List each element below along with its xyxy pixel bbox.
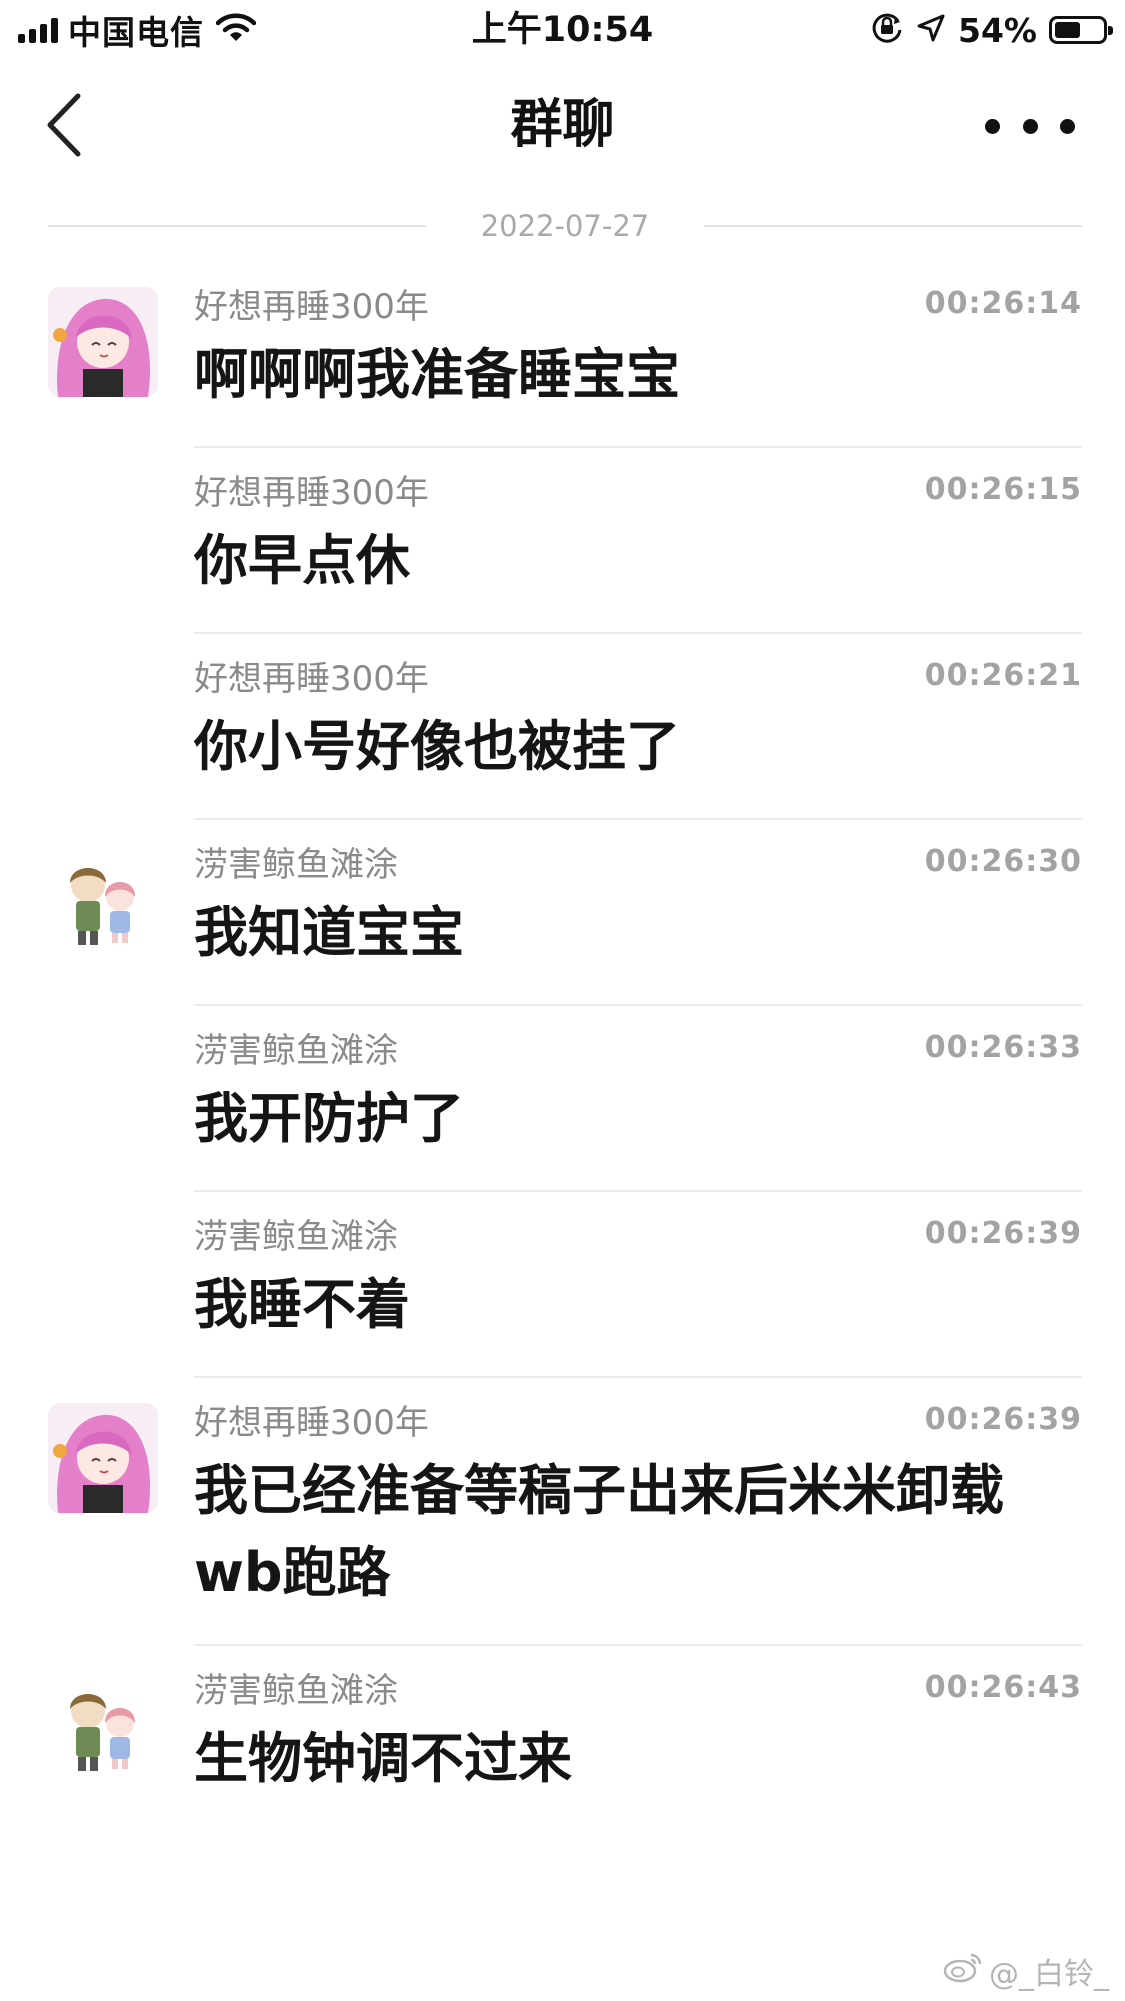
message-text[interactable]: 你小号好像也被挂了 <box>194 706 1082 788</box>
battery-fill <box>1055 22 1080 38</box>
message-item[interactable]: 涝害鲸鱼滩涂 00:26:30 我知道宝宝 <box>0 820 1125 1006</box>
message-time: 00:26:21 <box>924 658 1082 693</box>
message-header: 涝害鲸鱼滩涂 00:26:33 <box>194 1028 1082 1074</box>
date-divider: 2022-07-27 <box>48 204 1082 248</box>
message-body: 好想再睡300年 00:26:14 啊啊啊我准备睡宝宝 <box>194 262 1082 448</box>
message-text[interactable]: 我已经准备等稿子出来后米米卸载wb跑路 <box>194 1450 1082 1614</box>
message-time: 00:26:39 <box>924 1216 1082 1251</box>
status-bar: 中国电信 上午10:54 54% <box>0 0 1125 62</box>
sender-name[interactable]: 好想再睡300年 <box>194 659 429 699</box>
page-title: 群聊 <box>510 95 615 155</box>
message-time: 00:26:39 <box>924 1402 1082 1437</box>
message-body: 涝害鲸鱼滩涂 00:26:33 我开防护了 <box>194 1006 1082 1192</box>
more-icon-dot <box>1022 118 1038 134</box>
message-text[interactable]: 你早点休 <box>194 520 1082 602</box>
message-body: 涝害鲸鱼滩涂 00:26:30 我知道宝宝 <box>194 820 1082 1006</box>
message-text[interactable]: 啊啊啊我准备睡宝宝 <box>194 334 1082 416</box>
sender-name[interactable]: 好想再睡300年 <box>194 287 429 327</box>
message-time: 00:26:33 <box>924 1030 1082 1065</box>
sender-name[interactable]: 好想再睡300年 <box>194 473 429 513</box>
sender-name[interactable]: 涝害鲸鱼滩涂 <box>194 1217 398 1257</box>
sender-name[interactable]: 涝害鲸鱼滩涂 <box>194 1031 398 1071</box>
battery-icon <box>1049 16 1113 44</box>
message-list[interactable]: 好想再睡300年 00:26:14 啊啊啊我准备睡宝宝 好想再睡300年 00:26:1… <box>0 262 1125 1830</box>
message-text[interactable]: 我睡不着 <box>194 1264 1082 1346</box>
nav-bar: 群聊 <box>0 62 1125 192</box>
orientation-lock-icon <box>870 11 904 49</box>
message-time: 00:26:30 <box>924 844 1082 879</box>
message-body: 涝害鲸鱼滩涂 00:26:39 我睡不着 <box>194 1192 1082 1378</box>
location-icon <box>916 13 946 47</box>
more-button[interactable] <box>985 106 1075 146</box>
message-item[interactable]: 好想再睡300年 00:26:39 我已经准备等稿子出来后米米卸载wb跑路 <box>0 1378 1125 1646</box>
sender-name[interactable]: 涝害鲸鱼滩涂 <box>194 845 398 885</box>
weibo-icon <box>943 1951 983 1991</box>
message-body: 涝害鲸鱼滩涂 00:26:43 生物钟调不过来 <box>194 1646 1082 1830</box>
message-header: 涝害鲸鱼滩涂 00:26:30 <box>194 842 1082 888</box>
message-header: 好想再睡300年 00:26:14 <box>194 284 1082 330</box>
battery-percent: 54% <box>958 10 1037 50</box>
sender-name[interactable]: 好想再睡300年 <box>194 1403 429 1443</box>
message-item[interactable]: 涝害鲸鱼滩涂 00:26:39 我睡不着 <box>0 1192 1125 1378</box>
message-time: 00:26:15 <box>924 472 1082 507</box>
message-header: 好想再睡300年 00:26:21 <box>194 656 1082 702</box>
message-item[interactable]: 好想再睡300年 00:26:14 啊啊啊我准备睡宝宝 <box>0 262 1125 448</box>
message-header: 好想再睡300年 00:26:39 <box>194 1400 1082 1446</box>
message-item[interactable]: 涝害鲸鱼滩涂 00:26:43 生物钟调不过来 <box>0 1646 1125 1830</box>
message-header: 好想再睡300年 00:26:15 <box>194 470 1082 516</box>
watermark-text: @_白铃_ <box>989 1957 1109 1992</box>
message-body: 好想再睡300年 00:26:39 我已经准备等稿子出来后米米卸载wb跑路 <box>194 1378 1082 1646</box>
message-body: 好想再睡300年 00:26:21 你小号好像也被挂了 <box>194 634 1082 820</box>
more-icon-dot <box>985 118 1000 134</box>
message-time: 00:26:43 <box>924 1670 1082 1705</box>
message-item[interactable]: 好想再睡300年 00:26:15 你早点休 <box>0 448 1125 634</box>
avatar[interactable] <box>48 845 158 955</box>
message-text[interactable]: 生物钟调不过来 <box>194 1718 1082 1800</box>
message-body: 好想再睡300年 00:26:15 你早点休 <box>194 448 1082 634</box>
message-item[interactable]: 涝害鲸鱼滩涂 00:26:33 我开防护了 <box>0 1006 1125 1192</box>
message-header: 涝害鲸鱼滩涂 00:26:39 <box>194 1214 1082 1260</box>
message-header: 涝害鲸鱼滩涂 00:26:43 <box>194 1668 1082 1714</box>
more-icon-dot <box>1060 118 1075 134</box>
message-item[interactable]: 好想再睡300年 00:26:21 你小号好像也被挂了 <box>0 634 1125 820</box>
divider-line <box>704 225 1082 227</box>
avatar[interactable] <box>48 287 158 397</box>
status-right: 54% <box>870 6 1113 54</box>
watermark: @_白铃_ <box>943 1949 1109 1993</box>
message-text[interactable]: 我知道宝宝 <box>194 892 1082 974</box>
sender-name[interactable]: 涝害鲸鱼滩涂 <box>194 1671 398 1711</box>
avatar[interactable] <box>48 1403 158 1513</box>
message-text[interactable]: 我开防护了 <box>194 1078 1082 1160</box>
message-time: 00:26:14 <box>924 286 1082 321</box>
avatar[interactable] <box>48 1671 158 1781</box>
